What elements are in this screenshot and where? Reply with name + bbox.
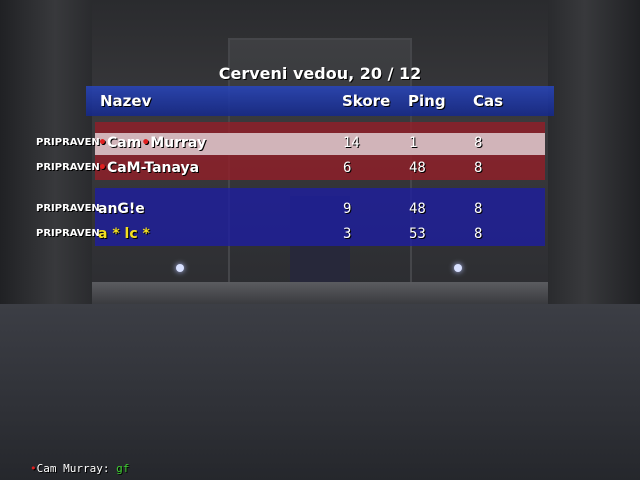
player-name: a * lc * [98,226,150,242]
name-marker-icon: • [30,462,37,475]
player-status: PRIPRAVEN [36,162,100,173]
player-row: PRIPRAVEN anG!e 9 48 8 [0,199,640,221]
player-row: PRIPRAVEN a * lc * 3 53 8 [0,224,640,246]
chat-line: •Cam Murray: gf [30,462,129,475]
scoreboard: Cerveni vedou, 20 / 12 Nazev Skore Ping … [0,0,640,480]
chat-separator: : [102,462,110,475]
player-status: PRIPRAVEN [36,137,100,148]
player-row: PRIPRAVEN •CaM-Tanaya 6 48 8 [0,158,640,180]
player-time: 8 [474,226,483,242]
name-marker-icon: • [98,135,107,151]
player-ping: 48 [409,201,426,217]
player-name: •CaM-Tanaya [98,160,200,176]
player-score: 9 [343,201,352,217]
player-score: 6 [343,160,352,176]
chat-sender: Cam Murray [36,462,103,475]
player-time: 8 [474,135,483,151]
player-status: PRIPRAVEN [36,228,100,239]
column-header-time: Cas [473,92,504,110]
column-header-score: Skore [342,92,391,110]
player-ping: 48 [409,160,426,176]
player-row: PRIPRAVEN •Cam•Murray 14 1 8 [0,133,640,155]
player-name: anG!e [98,201,145,217]
column-header-ping: Ping [408,92,446,110]
player-ping: 53 [409,226,426,242]
chat-message: gf [116,462,130,475]
scoreboard-title: Cerveni vedou, 20 / 12 [218,64,422,83]
name-marker-icon: • [141,135,151,151]
player-time: 8 [474,160,483,176]
player-status: PRIPRAVEN [36,203,100,214]
player-score: 14 [343,135,360,151]
player-score: 3 [343,226,352,242]
column-header-name: Nazev [100,92,152,110]
name-marker-icon: • [98,160,107,176]
player-name: •Cam•Murray [98,135,207,151]
player-time: 8 [474,201,483,217]
player-ping: 1 [409,135,418,151]
